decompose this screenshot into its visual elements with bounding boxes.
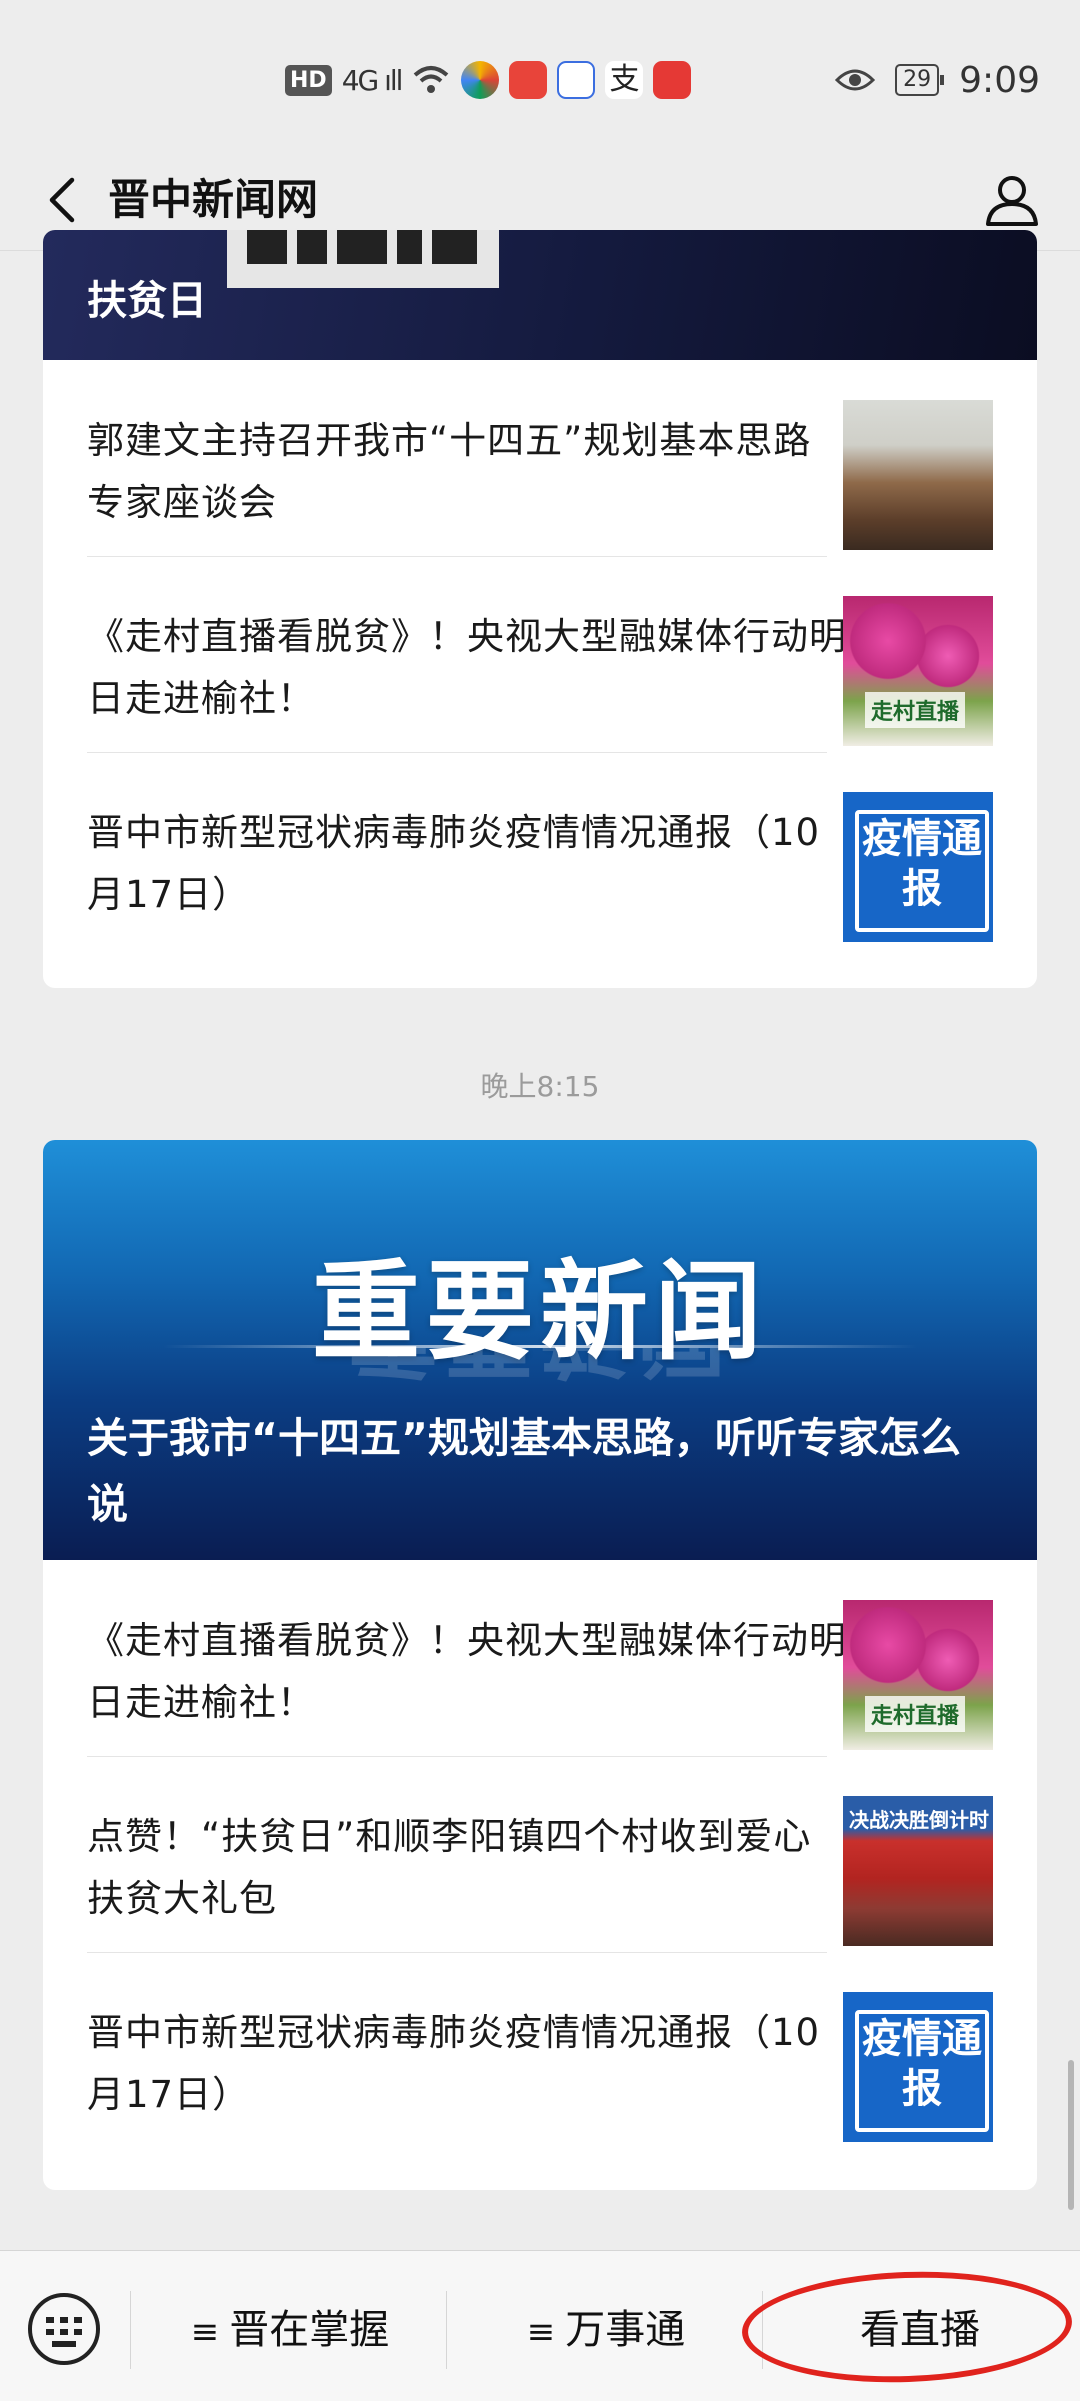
menu-label: 万事通	[565, 2307, 686, 2353]
status-bar: HD 4G ıll 支 29 9:09	[0, 0, 1080, 150]
poverty-relief-thumbnail: 决战决胜倒计时	[843, 1796, 993, 1946]
menu-item-wanshitong[interactable]: ≡ 万事通	[476, 2291, 736, 2369]
news-item[interactable]: 《走村直播看脱贫》！央视大型融媒体行动明日走进榆社！ 走村直播	[43, 1560, 1037, 1757]
divider	[130, 2291, 131, 2369]
menu-item-jinzaizhangwo[interactable]: ≡ 晋在掌握	[160, 2291, 420, 2369]
huawei-app-icon	[653, 61, 692, 99]
back-arrow-icon[interactable]	[38, 172, 94, 228]
thumbnail-label: 走村直播	[865, 1696, 966, 1732]
user-profile-icon[interactable]	[980, 168, 1044, 232]
epidemic-report-thumbnail: 疫情通报	[843, 1992, 993, 2142]
epidemic-report-thumbnail: 疫情通报	[843, 792, 993, 942]
news-card-1: 扶贫日 郭建文主持召开我市“十四五”规划基本思路专家座谈会 《走村直播看脱贫》！…	[43, 230, 1037, 988]
menu-label: 晋在掌握	[229, 2307, 390, 2353]
thumbnail-label: 决战决胜倒计时	[849, 1808, 989, 1832]
thumbnail-label: 走村直播	[865, 692, 966, 728]
menu-lines-icon: ≡	[526, 2312, 556, 2352]
alipay-app-icon: 支	[605, 61, 644, 99]
hero-title: 扶贫日	[87, 278, 207, 324]
thumbnail-label: 疫情通报	[855, 2010, 989, 2132]
meeting-thumbnail	[843, 400, 993, 550]
menu-lines-icon: ≡	[190, 2312, 220, 2352]
news-item[interactable]: 点赞！“扶贫日”和顺李阳镇四个村收到爱心扶贫大礼包 决战决胜倒计时	[43, 1756, 1037, 1953]
status-right: 29 9:09	[835, 56, 1040, 104]
divider	[446, 2291, 447, 2369]
battery-icon: 29	[895, 64, 945, 96]
news-title: 点赞！“扶贫日”和顺李阳镇四个村收到爱心扶贫大礼包	[87, 1815, 812, 1920]
status-icons: HD 4G ıll 支	[285, 56, 692, 104]
news-title: 郭建文主持召开我市“十四五”规划基本思路专家座谈会	[87, 419, 812, 524]
thumbnail-label: 疫情通报	[855, 810, 989, 932]
hd-badge: HD	[285, 64, 332, 96]
clock: 9:09	[959, 59, 1040, 101]
hero-title: 关于我市“十四五”规划基本思路，听听专家怎么说	[87, 1414, 961, 1528]
news-item[interactable]: 晋中市新型冠状病毒肺炎疫情情况通报（10月17日） 疫情通报	[43, 1952, 1037, 2148]
flower-thumbnail: 走村直播	[843, 1600, 993, 1750]
qr-code-image	[227, 230, 499, 288]
colorful-app-icon	[461, 61, 500, 99]
hero-banner-1[interactable]: 扶贫日	[43, 230, 1037, 360]
wifi-icon	[414, 66, 449, 93]
news-item[interactable]: 郭建文主持召开我市“十四五”规划基本思路专家座谈会	[43, 360, 1037, 557]
baidu-app-icon	[557, 61, 596, 99]
banner-reflection: 重要新闻	[43, 1348, 1037, 1408]
news-card-2: 重要新闻 重要新闻 关于我市“十四五”规划基本思路，听听专家怎么说 《走村直播看…	[43, 1140, 1037, 2190]
news-title: 《走村直播看脱贫》！央视大型融媒体行动明日走进榆社！	[87, 1619, 847, 1724]
news-title: 《走村直播看脱贫》！央视大型融媒体行动明日走进榆社！	[87, 615, 847, 720]
news-title: 晋中市新型冠状病毒肺炎疫情情况通报（10月17日）	[87, 811, 821, 916]
message-timestamp: 晚上8:15	[480, 1070, 600, 1103]
news-title: 晋中市新型冠状病毒肺炎疫情情况通报（10月17日）	[87, 2011, 821, 2116]
shopping-app-icon	[509, 61, 548, 99]
signal-icon: 4G ıll	[341, 63, 404, 97]
flower-thumbnail: 走村直播	[843, 596, 993, 746]
page-title: 晋中新闻网	[108, 175, 319, 224]
eye-icon	[835, 69, 876, 91]
news-item[interactable]: 《走村直播看脱贫》！央视大型融媒体行动明日走进榆社！ 走村直播	[43, 556, 1037, 753]
hero-banner-2[interactable]: 重要新闻 重要新闻 关于我市“十四五”规划基本思路，听听专家怎么说	[43, 1140, 1037, 1560]
keyboard-icon[interactable]	[28, 2293, 100, 2365]
news-item[interactable]: 晋中市新型冠状病毒肺炎疫情情况通报（10月17日） 疫情通报	[43, 752, 1037, 948]
scrollbar[interactable]	[1068, 2060, 1074, 2210]
